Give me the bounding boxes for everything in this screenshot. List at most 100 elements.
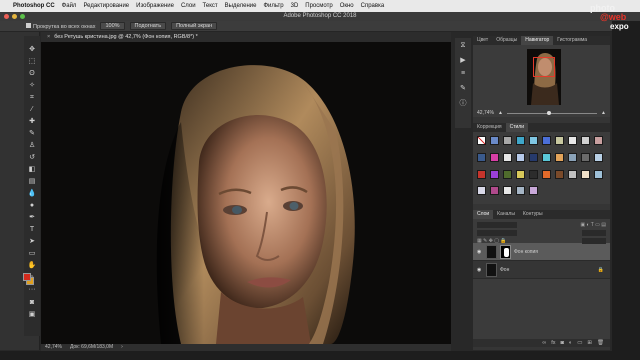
style-swatch[interactable] (594, 152, 603, 162)
lasso-icon[interactable]: ʘ (27, 69, 37, 78)
style-swatch[interactable] (568, 152, 577, 162)
link-layers-icon[interactable]: ∞ (542, 340, 546, 346)
style-swatch[interactable] (542, 136, 551, 145)
tab-styles[interactable]: Стили (505, 123, 528, 132)
scroll-all-checkbox[interactable]: Прокрутка во всех окнах (26, 22, 95, 30)
style-swatch[interactable] (516, 169, 525, 179)
zoom-slider-knob[interactable] (547, 110, 552, 115)
app-menu[interactable]: Photoshop CC (13, 3, 55, 9)
eyedropper-icon[interactable]: ⁄ (27, 105, 37, 114)
tab-histogram[interactable]: Гистограмма (553, 36, 591, 45)
style-swatch[interactable] (529, 136, 538, 145)
tab-channels[interactable]: Каналы (493, 210, 519, 219)
move-icon[interactable]: ✥ (27, 45, 37, 54)
tab-layers[interactable]: Слои (473, 210, 494, 219)
tab-adjustments[interactable]: Коррекция (473, 123, 506, 132)
menu-edit[interactable]: Редактирование (83, 3, 129, 9)
menu-select[interactable]: Выделение (225, 3, 257, 9)
style-swatch[interactable] (503, 169, 512, 179)
style-swatch[interactable] (503, 136, 512, 145)
minimize-window-button[interactable] (12, 14, 17, 19)
status-arrow-icon[interactable]: › (121, 344, 123, 351)
path-select-icon[interactable]: ➤ (27, 237, 37, 246)
dodge-icon[interactable]: ● (27, 201, 37, 210)
delete-layer-icon[interactable]: 🗑 (597, 340, 604, 346)
layer-filter-field[interactable] (477, 222, 517, 228)
style-swatch[interactable] (594, 136, 603, 145)
style-swatch[interactable] (542, 152, 551, 162)
brush-panel-icon[interactable]: ✎ (457, 84, 469, 94)
eraser-icon[interactable]: ◧ (27, 165, 37, 174)
close-window-button[interactable] (4, 14, 9, 19)
close-document-icon[interactable]: × (47, 34, 50, 40)
lock-icon[interactable]: 🔒 (598, 267, 610, 273)
hand-icon[interactable]: ✋ (27, 261, 37, 270)
tab-paths[interactable]: Контуры (519, 210, 547, 219)
tab-swatches[interactable]: Образцы (492, 36, 521, 45)
zoom-in-icon[interactable]: ▲ (601, 110, 606, 116)
style-swatch[interactable] (542, 169, 551, 179)
style-swatch[interactable] (555, 152, 564, 162)
document-canvas[interactable] (41, 42, 451, 344)
actions-panel-icon[interactable]: ▶ (457, 56, 469, 66)
layer-row-background-copy[interactable]: ◉ Фон копия (473, 243, 610, 261)
layer-mask-thumbnail[interactable] (500, 244, 511, 259)
brush-icon[interactable]: ✎ (27, 129, 37, 138)
style-swatch[interactable] (516, 152, 525, 162)
fx-icon[interactable]: fx (551, 340, 555, 346)
style-swatch[interactable] (477, 169, 486, 179)
blend-mode-select[interactable] (477, 230, 517, 236)
style-swatch[interactable] (581, 169, 590, 179)
new-layer-icon[interactable]: ⊞ (587, 340, 592, 346)
healing-icon[interactable]: ✚ (27, 117, 37, 126)
navigator-thumbnail[interactable] (473, 45, 610, 109)
fill-field[interactable] (582, 238, 606, 244)
lock-icons[interactable]: ▦ ✎ ✥ ▢ 🔒 (477, 238, 507, 244)
layer-row-background[interactable]: ◉ Фон 🔒 (473, 261, 610, 279)
style-swatch[interactable] (490, 186, 499, 196)
menu-type[interactable]: Текст (203, 3, 218, 9)
style-swatch[interactable] (490, 136, 499, 145)
style-swatch[interactable] (555, 169, 564, 179)
style-swatch[interactable] (529, 152, 538, 162)
document-tab[interactable]: × без Ретушь кристина.jpg @ 42,7% (Фон ко… (41, 32, 451, 42)
crop-icon[interactable]: ⌗ (27, 93, 37, 102)
clone-stamp-icon[interactable]: ♙ (27, 141, 37, 150)
menu-layers[interactable]: Слои (181, 3, 196, 9)
style-swatch[interactable] (477, 186, 486, 196)
menu-help[interactable]: Справка (361, 3, 385, 9)
layer-filter-icons[interactable]: ▣ ◐ T ▭ ▤ (580, 222, 606, 228)
blur-icon[interactable]: 💧 (27, 189, 37, 198)
style-swatch[interactable] (594, 169, 603, 179)
style-swatch[interactable] (477, 152, 486, 162)
style-swatch[interactable] (568, 169, 577, 179)
style-swatch[interactable] (529, 186, 538, 196)
layer-name[interactable]: Фон копия (514, 249, 538, 255)
style-none[interactable] (477, 136, 486, 145)
menu-window[interactable]: Окно (340, 3, 354, 9)
fill-screen-button[interactable]: Полный экран (171, 22, 218, 30)
shape-icon[interactable]: ▭ (27, 249, 37, 258)
style-swatch[interactable] (503, 186, 512, 196)
menu-view[interactable]: Просмотр (305, 3, 332, 9)
style-swatch[interactable] (516, 136, 525, 145)
adjustment-layer-icon[interactable]: ◐ (569, 340, 572, 346)
info-panel-icon[interactable]: ⓘ (457, 98, 469, 108)
zoom-out-icon[interactable]: ▲ (498, 110, 503, 116)
style-swatch[interactable] (581, 152, 590, 162)
more-tools-icon[interactable]: ··· (27, 285, 37, 294)
foreground-color-swatch[interactable] (23, 273, 31, 281)
menu-image[interactable]: Изображение (136, 3, 174, 9)
menu-3d[interactable]: 3D (291, 3, 299, 9)
style-swatch[interactable] (581, 136, 590, 145)
style-swatch[interactable] (490, 152, 499, 162)
zoom-level[interactable]: 42,74% (45, 344, 62, 351)
magic-wand-icon[interactable]: ✧ (27, 81, 37, 90)
style-swatch[interactable] (555, 136, 564, 145)
marquee-icon[interactable]: ⬚ (27, 57, 37, 66)
history-brush-icon[interactable]: ↺ (27, 153, 37, 162)
add-mask-icon[interactable]: ◙ (561, 340, 564, 346)
history-panel-icon[interactable]: ⧖ (457, 42, 469, 52)
eye-icon[interactable]: ◉ (477, 267, 483, 273)
style-swatch[interactable] (568, 136, 577, 145)
